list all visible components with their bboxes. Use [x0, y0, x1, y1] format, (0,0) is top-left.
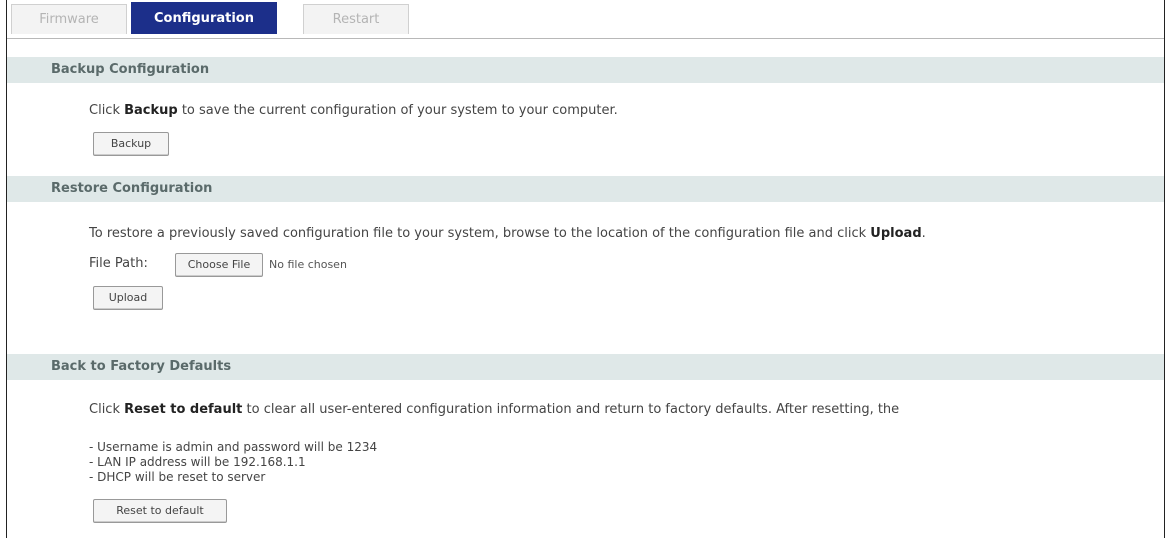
backup-description: Click Backup to save the current configu… — [89, 103, 618, 118]
backup-button[interactable]: Backup — [93, 132, 169, 156]
restore-section-header: Restore Configuration — [7, 176, 1164, 202]
restore-description: To restore a previously saved configurat… — [89, 226, 926, 241]
factory-description: Click Reset to default to clear all user… — [89, 402, 900, 417]
file-path-label: File Path: — [89, 256, 148, 271]
reset-to-default-button[interactable]: Reset to default — [93, 499, 227, 523]
list-item: - DHCP will be reset to server — [89, 470, 266, 484]
config-panel: Firmware Configuration Restart Backup Co… — [6, 0, 1165, 538]
tab-bar: Firmware Configuration Restart — [7, 0, 1164, 39]
list-item: - LAN IP address will be 192.168.1.1 — [89, 455, 306, 469]
upload-button[interactable]: Upload — [93, 286, 163, 310]
backup-section-header: Backup Configuration — [7, 57, 1164, 83]
file-status-text: No file chosen — [269, 258, 347, 271]
factory-section-header: Back to Factory Defaults — [7, 354, 1164, 380]
tab-configuration[interactable]: Configuration — [131, 2, 277, 34]
tab-restart[interactable]: Restart — [303, 4, 409, 34]
choose-file-button[interactable]: Choose File — [175, 253, 263, 277]
list-item: - Username is admin and password will be… — [89, 440, 378, 454]
tab-firmware[interactable]: Firmware — [11, 4, 127, 34]
